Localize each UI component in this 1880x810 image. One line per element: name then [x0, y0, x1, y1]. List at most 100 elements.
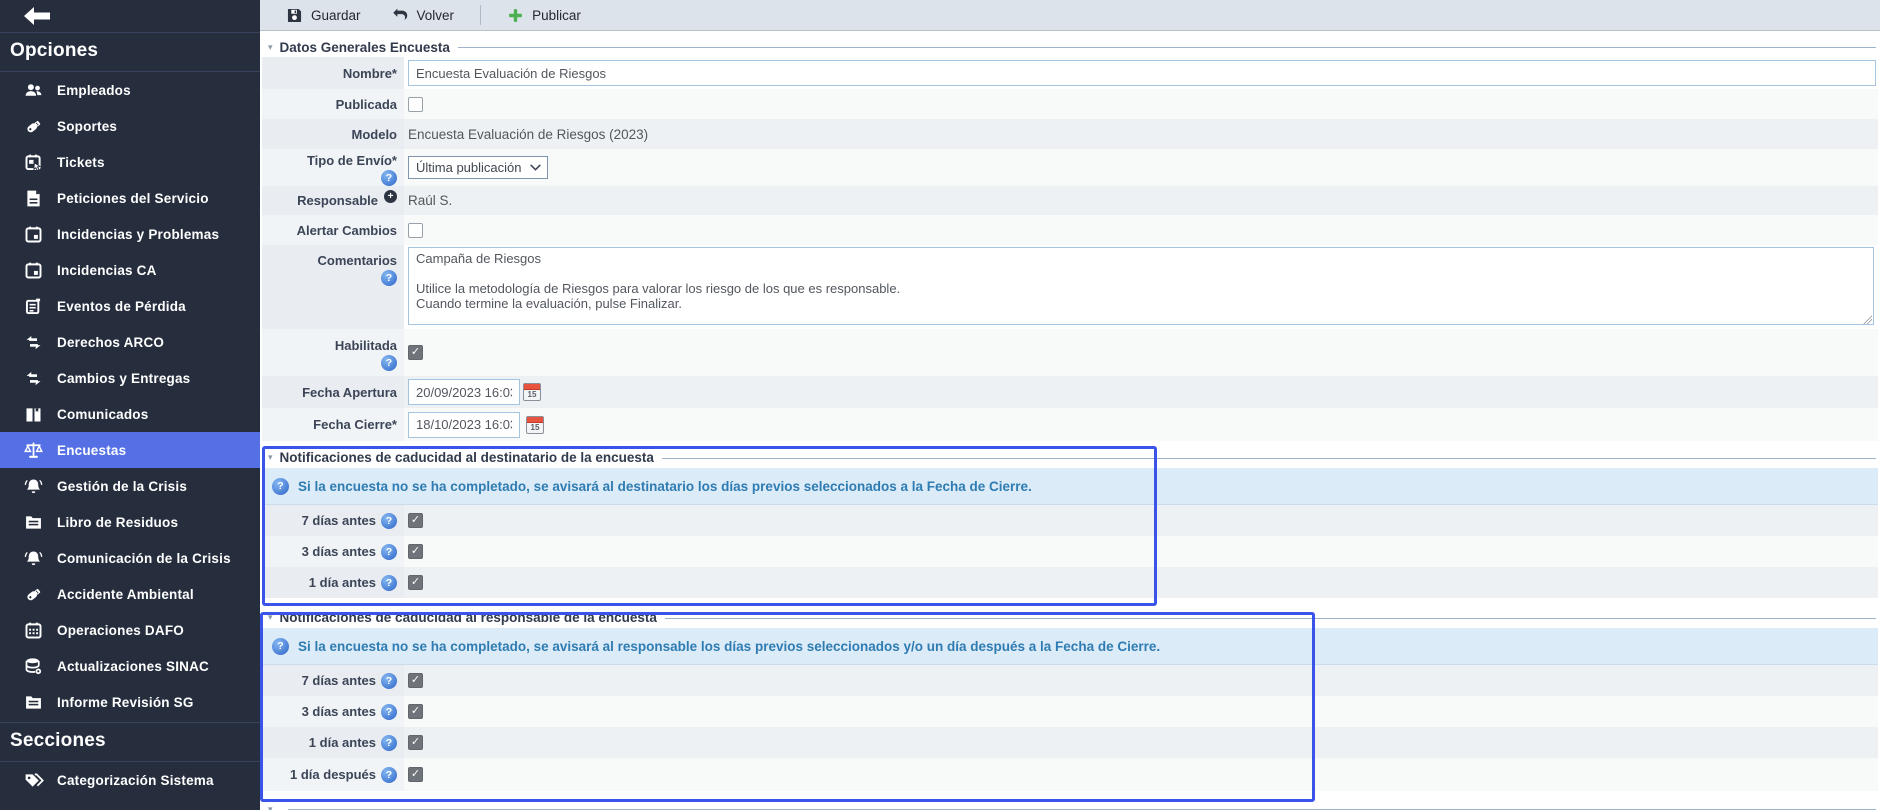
field-row-comentarios: Comentarios Campaña de Riesgos Utilice l… [262, 245, 1878, 329]
people-icon [22, 79, 44, 101]
sidebar-item-partial[interactable] [0, 798, 260, 810]
add-responsable-icon[interactable] [384, 190, 397, 203]
help-icon[interactable] [381, 513, 397, 529]
ticket-calendar-icon [22, 151, 44, 173]
plus-icon [507, 7, 524, 24]
habilitada-checkbox[interactable] [408, 345, 423, 360]
sidebar-item-soportes[interactable]: Soportes [0, 108, 260, 144]
toolbar-separator [480, 5, 481, 25]
tipo-envio-select[interactable]: Última publicación [408, 156, 548, 179]
responsable-value: Raúl S. [404, 186, 1878, 215]
info-banner-responsable: Si la encuesta no se ha completado, se a… [262, 628, 1878, 665]
notif-row-1-dia-despues: 1 día después [262, 758, 1878, 791]
fecha-cierre-input[interactable] [408, 412, 520, 438]
section-header-rule [662, 458, 1876, 459]
resize-grip-icon[interactable] [1863, 315, 1872, 324]
help-icon[interactable] [381, 544, 397, 560]
calendar-icon [22, 223, 44, 245]
sidebar-item-incidencias-ca[interactable]: Incidencias CA [0, 252, 260, 288]
folder-icon [22, 511, 44, 533]
sidebar-item-gestion-de-la-crisis[interactable]: Gestión de la Crisis [0, 468, 260, 504]
notif-row-1-dia-antes: 1 día antes [262, 567, 1878, 598]
sidebar-section-title-opciones: Opciones [0, 33, 260, 72]
calendar-grid-icon [22, 619, 44, 641]
sidebar-item-peticiones-del-servicio[interactable]: Peticiones del Servicio [0, 180, 260, 216]
help-icon[interactable] [381, 673, 397, 689]
book-icon [22, 403, 44, 425]
sidebar-item-comunicacion-de-la-crisis[interactable]: Comunicación de la Crisis [0, 540, 260, 576]
bell-icon [22, 475, 44, 497]
field-row-publicada: Publicada [262, 89, 1878, 119]
sidebar: Opciones Empleados Soportes Tickets Peti… [0, 0, 260, 810]
sidebar-item-empleados[interactable]: Empleados [0, 72, 260, 108]
help-icon[interactable] [381, 575, 397, 591]
sidebar-item-accidente-ambiental[interactable]: Accidente Ambiental [0, 576, 260, 612]
alertar-cambios-checkbox[interactable] [408, 223, 423, 238]
notif-checkbox[interactable] [408, 513, 423, 528]
help-icon [272, 478, 289, 495]
help-icon[interactable] [381, 704, 397, 720]
scales-icon [22, 439, 44, 461]
sidebar-item-cambios-y-entregas[interactable]: Cambios y Entregas [0, 360, 260, 396]
undo-icon [391, 6, 409, 24]
help-icon[interactable] [381, 355, 397, 371]
notif-checkbox[interactable] [408, 673, 423, 688]
section-header-datos-generales: ▾ Datos Generales Encuesta [262, 37, 1878, 57]
notif-checkbox[interactable] [408, 735, 423, 750]
date-picker-icon[interactable] [523, 383, 541, 401]
notif-row-7-dias-antes: 7 días antes [262, 665, 1878, 696]
notif-checkbox[interactable] [408, 767, 423, 782]
date-picker-icon[interactable] [526, 416, 544, 434]
notif-row-7-dias-antes: 7 días antes [262, 505, 1878, 536]
sidebar-item-libro-de-residuos[interactable]: Libro de Residuos [0, 504, 260, 540]
sidebar-item-incidencias-y-problemas[interactable]: Incidencias y Problemas [0, 216, 260, 252]
save-icon [286, 7, 303, 24]
modelo-value: Encuesta Evaluación de Riesgos (2023) [404, 119, 1878, 149]
field-row-habilitada: Habilitada [262, 329, 1878, 376]
back-button[interactable]: Volver [379, 0, 467, 30]
comentarios-textarea[interactable]: Campaña de Riesgos Utilice la metodologí… [408, 247, 1874, 325]
notif-checkbox[interactable] [408, 575, 423, 590]
nombre-input[interactable] [408, 60, 1876, 86]
publicada-checkbox[interactable] [408, 97, 423, 112]
collapse-triangle-icon[interactable]: ▾ [268, 452, 273, 463]
collapse-triangle-icon[interactable]: ▾ [268, 612, 273, 623]
sidebar-item-informe-revision-sg[interactable]: Informe Revisión SG [0, 684, 260, 720]
sidebar-item-eventos-de-perdida[interactable]: Eventos de Pérdida [0, 288, 260, 324]
fecha-apertura-input[interactable] [408, 379, 520, 405]
sidebar-item-tickets[interactable]: Tickets [0, 144, 260, 180]
usb-drive-icon [22, 115, 44, 137]
help-icon[interactable] [381, 767, 397, 783]
help-icon[interactable] [381, 270, 397, 286]
help-icon[interactable] [381, 170, 397, 186]
chevron-down-icon [530, 164, 541, 171]
sidebar-item-actualizaciones-sinac[interactable]: Actualizaciones SINAC [0, 648, 260, 684]
collapse-triangle-icon: ▾ [268, 804, 273, 810]
field-row-fecha-cierre: Fecha Cierre* [262, 408, 1878, 441]
form-content: ▾ Datos Generales Encuesta Nombre* Publi… [260, 31, 1880, 810]
section-header-rule [665, 618, 1876, 619]
sidebar-item-categorizacion-sistema[interactable]: Categorización Sistema [0, 762, 260, 798]
collapse-triangle-icon[interactable]: ▾ [268, 42, 273, 53]
sidebar-item-encuestas[interactable]: Encuestas [0, 432, 260, 468]
sidebar-item-comunicados[interactable]: Comunicados [0, 396, 260, 432]
sidebar-item-operaciones-dafo[interactable]: Operaciones DAFO [0, 612, 260, 648]
bell-icon [22, 547, 44, 569]
notif-checkbox[interactable] [408, 704, 423, 719]
info-banner-destinatario: Si la encuesta no se ha completado, se a… [262, 468, 1878, 505]
help-icon[interactable] [381, 735, 397, 751]
publish-button[interactable]: Publicar [495, 0, 593, 30]
main-panel: Guardar Volver Publicar ▾ Datos Generale… [260, 0, 1880, 810]
next-section-header-partial: ▾ [262, 799, 1878, 810]
field-row-modelo: Modelo Encuesta Evaluación de Riesgos (2… [262, 119, 1878, 149]
database-icon [22, 655, 44, 677]
calendar-icon [22, 259, 44, 281]
notif-row-3-dias-antes: 3 días antes [262, 536, 1878, 567]
sidebar-section-title-secciones: Secciones [0, 722, 260, 762]
field-row-responsable: Responsable Raúl S. [262, 186, 1878, 215]
field-row-fecha-apertura: Fecha Apertura [262, 376, 1878, 408]
notif-checkbox[interactable] [408, 544, 423, 559]
sidebar-item-derechos-arco[interactable]: Derechos ARCO [0, 324, 260, 360]
save-button[interactable]: Guardar [274, 0, 373, 30]
back-icon[interactable] [24, 7, 50, 25]
